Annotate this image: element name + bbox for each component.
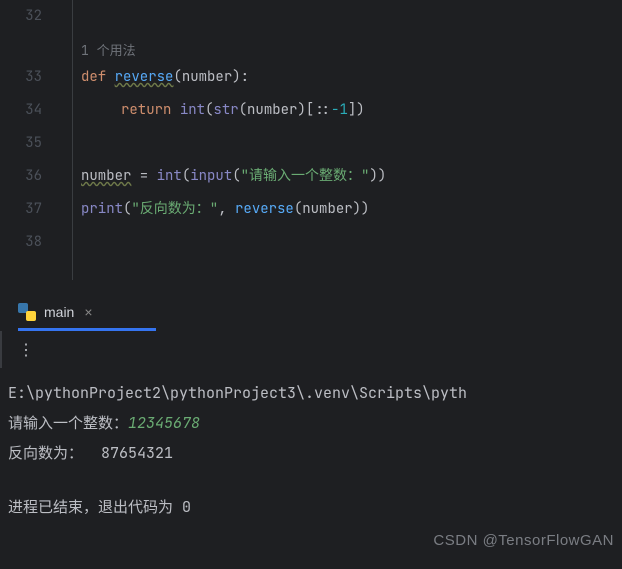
line-number: 35 <box>0 127 42 160</box>
line-number: 34 <box>0 94 42 127</box>
run-tab-label[interactable]: main <box>44 304 74 320</box>
line-number: 36 <box>0 160 42 193</box>
run-tab-bar: main × <box>0 295 622 322</box>
watermark: CSDN @TensorFlowGAN <box>433 532 614 549</box>
code-area[interactable]: 1 个用法 def reverse(number): return int(st… <box>56 0 622 280</box>
line-number: 33 <box>0 61 42 94</box>
code-line-34[interactable]: return int(str(number)[::-1]) <box>81 94 622 127</box>
console-toolbar: ⋮ <box>0 331 622 368</box>
indent-guide <box>72 0 73 280</box>
line-number: 32 <box>0 0 42 33</box>
close-icon[interactable]: × <box>84 304 92 320</box>
console-output[interactable]: E:\pythonProject2\pythonProject3\.venv\S… <box>0 368 622 532</box>
console-input-line: 请输入一个整数：12345678 <box>8 408 614 438</box>
line-number: 37 <box>0 193 42 226</box>
code-line-33[interactable]: def reverse(number): <box>81 61 622 94</box>
console-output-line: 反向数为： 87654321 <box>8 438 614 468</box>
code-line-37[interactable]: print("反向数为：", reverse(number)) <box>81 193 622 226</box>
console-exit-line: 进程已结束，退出代码为 0 <box>8 492 614 522</box>
python-icon <box>18 303 36 321</box>
code-editor[interactable]: 32 33 34 35 36 37 38 1 个用法 def reverse(n… <box>0 0 622 280</box>
line-gutter: 32 33 34 35 36 37 38 <box>0 0 56 280</box>
line-number: 38 <box>0 226 42 259</box>
code-line-36[interactable]: number = int(input("请输入一个整数：")) <box>81 160 622 193</box>
console-path: E:\pythonProject2\pythonProject3\.venv\S… <box>8 378 614 408</box>
usage-hint[interactable]: 1 个用法 <box>81 33 622 61</box>
more-icon[interactable]: ⋮ <box>18 339 35 360</box>
